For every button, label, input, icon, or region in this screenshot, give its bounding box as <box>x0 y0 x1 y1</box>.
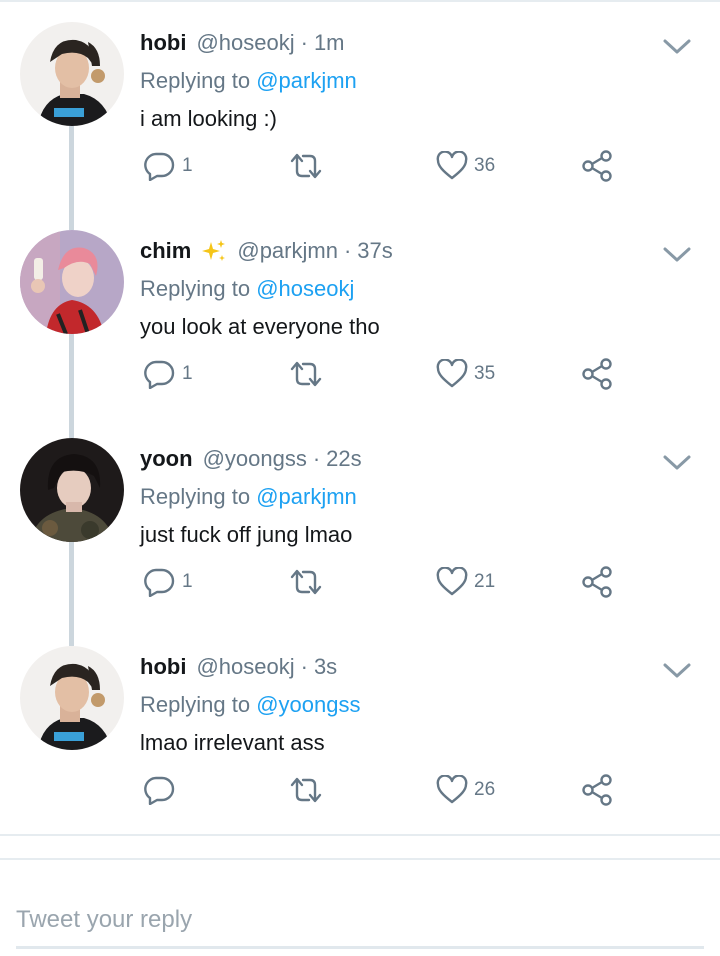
tweet-text: lmao irrelevant ass <box>140 730 325 755</box>
divider <box>0 858 720 860</box>
retweet-button[interactable] <box>287 768 325 812</box>
replying-to-label: Replying to <box>140 68 251 93</box>
reply-count: 1 <box>182 155 193 176</box>
like-count: 21 <box>474 571 496 592</box>
display-name[interactable]: chim <box>140 238 191 264</box>
avatar[interactable] <box>20 646 124 750</box>
tweet[interactable]: chim @parkjmn · 37s Replying to @hoseokj… <box>0 208 720 416</box>
reply-button[interactable]: 1 <box>142 560 193 604</box>
replying-to: Replying to @parkjmn <box>140 484 357 510</box>
action-bar: 1 21 <box>0 560 720 604</box>
retweet-icon <box>290 777 322 803</box>
share-button[interactable] <box>581 768 613 812</box>
tweet-header: hobi @hoseokj · 3s <box>140 652 337 682</box>
username[interactable]: @hoseokj <box>196 654 294 680</box>
reply-button[interactable] <box>142 768 182 812</box>
replying-to-label: Replying to <box>140 276 251 301</box>
replying-to-label: Replying to <box>140 692 251 717</box>
chevron-down-icon[interactable] <box>661 244 693 266</box>
like-count: 36 <box>474 155 496 176</box>
share-button[interactable] <box>581 560 613 604</box>
tweet-header: hobi @hoseokj · 1m <box>140 28 345 58</box>
separator: · <box>300 30 308 55</box>
display-name[interactable]: hobi <box>140 654 186 680</box>
heart-icon <box>436 359 468 388</box>
tweet[interactable]: hobi @hoseokj · 1m Replying to @parkjmn … <box>0 0 720 208</box>
retweet-button[interactable] <box>287 560 325 604</box>
tweet-text: i am looking :) <box>140 106 277 131</box>
display-name[interactable]: yoon <box>140 446 193 472</box>
separator: · <box>300 654 308 679</box>
separator: · <box>343 238 352 263</box>
action-bar: 1 36 <box>0 144 720 188</box>
reply-icon <box>144 152 175 181</box>
retweet-icon <box>290 153 322 179</box>
timestamp[interactable]: 22s <box>326 446 361 472</box>
share-button[interactable] <box>581 144 613 188</box>
reply-icon <box>144 776 175 805</box>
tweet-text: just fuck off jung lmao <box>140 522 353 547</box>
like-button[interactable]: 36 <box>436 144 495 188</box>
action-bar: 26 <box>0 768 720 812</box>
chevron-down-icon[interactable] <box>661 452 693 474</box>
tweet[interactable]: hobi @hoseokj · 3s Replying to @yoongss … <box>0 624 720 832</box>
mention-link[interactable]: @yoongss <box>256 692 360 717</box>
avatar[interactable] <box>20 22 124 126</box>
share-icon <box>582 566 612 598</box>
timestamp[interactable]: 37s <box>357 238 392 264</box>
like-count: 26 <box>474 779 496 800</box>
heart-icon <box>436 775 468 804</box>
replying-to: Replying to @hoseokj <box>140 276 354 302</box>
sparkles-icon <box>201 238 227 264</box>
retweet-icon <box>290 569 322 595</box>
reply-count: 1 <box>182 363 193 384</box>
timestamp[interactable]: 1m <box>314 30 345 56</box>
heart-icon <box>436 567 468 596</box>
tweet-text: you look at everyone tho <box>140 314 380 339</box>
retweet-icon <box>290 361 322 387</box>
replying-to-label: Replying to <box>140 484 251 509</box>
reply-icon <box>144 360 175 389</box>
like-count: 35 <box>474 363 496 384</box>
chevron-down-icon[interactable] <box>661 36 693 58</box>
separator: · <box>312 446 321 471</box>
username[interactable]: @yoongss <box>203 446 307 472</box>
divider <box>0 834 720 836</box>
replying-to: Replying to @yoongss <box>140 692 360 718</box>
timestamp[interactable]: 3s <box>314 654 337 680</box>
mention-link[interactable]: @hoseokj <box>256 276 354 301</box>
like-button[interactable]: 21 <box>436 560 495 604</box>
reply-count: 1 <box>182 571 193 592</box>
tweet-header: chim @parkjmn · 37s <box>140 236 393 266</box>
share-icon <box>582 358 612 390</box>
reply-button[interactable]: 1 <box>142 144 193 188</box>
reply-button[interactable]: 1 <box>142 352 193 396</box>
reply-input[interactable] <box>16 900 704 940</box>
avatar[interactable] <box>20 438 124 542</box>
reply-input-underline <box>16 946 704 949</box>
share-icon <box>582 150 612 182</box>
replying-to: Replying to @parkjmn <box>140 68 357 94</box>
tweet[interactable]: yoon @yoongss · 22s Replying to @parkjmn… <box>0 416 720 624</box>
action-bar: 1 35 <box>0 352 720 396</box>
display-name[interactable]: hobi <box>140 30 186 56</box>
heart-icon <box>436 151 468 180</box>
username[interactable]: @hoseokj <box>196 30 294 56</box>
mention-link[interactable]: @parkjmn <box>256 68 357 93</box>
tweet-header: yoon @yoongss · 22s <box>140 444 362 474</box>
username[interactable]: @parkjmn <box>237 238 338 264</box>
retweet-button[interactable] <box>287 352 325 396</box>
retweet-button[interactable] <box>287 144 325 188</box>
avatar[interactable] <box>20 230 124 334</box>
share-icon <box>582 774 612 806</box>
like-button[interactable]: 35 <box>436 352 495 396</box>
like-button[interactable]: 26 <box>436 768 495 812</box>
share-button[interactable] <box>581 352 613 396</box>
mention-link[interactable]: @parkjmn <box>256 484 357 509</box>
chevron-down-icon[interactable] <box>661 660 693 682</box>
reply-icon <box>144 568 175 597</box>
